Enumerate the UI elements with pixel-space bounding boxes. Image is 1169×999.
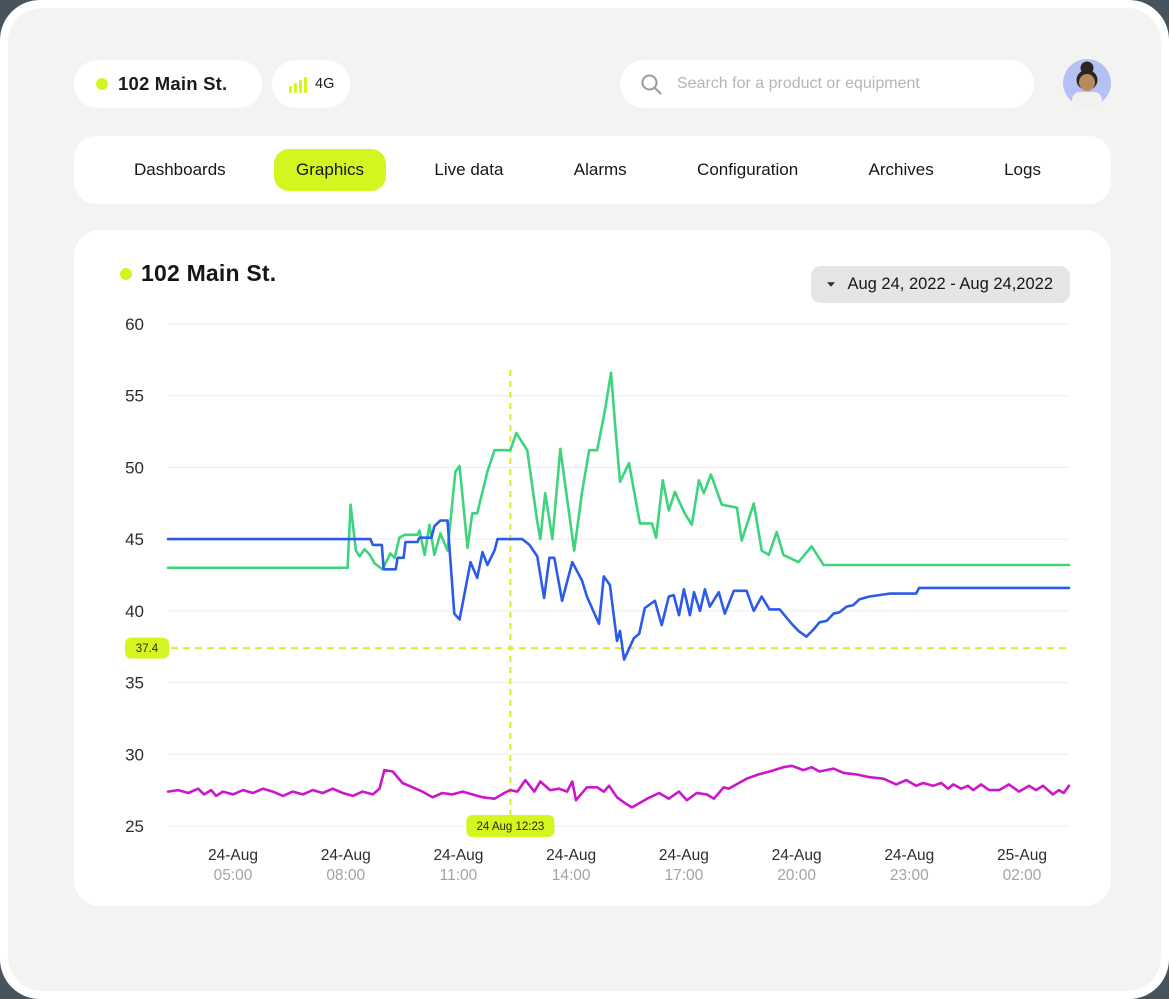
annotations: 37.4 24 Aug 12:23 (125, 370, 1069, 837)
tab-logs[interactable]: Logs (982, 149, 1063, 191)
x-tick-time: 08:00 (326, 867, 365, 884)
x-tick-time: 20:00 (777, 867, 816, 884)
search-icon (640, 73, 663, 96)
x-tick-date: 24-Aug (321, 847, 371, 864)
app-window: 102 Main St. 4G Da (0, 0, 1169, 999)
location-pill[interactable]: 102 Main St. (74, 60, 262, 108)
tab-dashboards[interactable]: Dashboards (112, 149, 248, 191)
series-blue (168, 521, 1069, 660)
x-tick-date: 25-Aug (997, 847, 1047, 864)
y-axis-labels: 25 30 35 40 45 50 55 60 (125, 315, 144, 836)
network-label: 4G (315, 76, 334, 92)
x-tick-date: 24-Aug (433, 847, 483, 864)
y-tick-label: 50 (125, 458, 144, 477)
cursor-label: 24 Aug 12:23 (477, 821, 545, 833)
y-tick-label: 30 (125, 745, 144, 764)
tab-live-data[interactable]: Live data (412, 149, 525, 191)
search-bar[interactable] (620, 60, 1034, 108)
x-axis-labels: 24-Aug 05:00 24-Aug 08:00 24-Aug 11:00 24-Aug 1… (208, 847, 1047, 884)
app-background: 102 Main St. 4G Da (8, 8, 1161, 991)
location-label: 102 Main St. (118, 73, 227, 95)
x-tick-time: 14:00 (552, 867, 591, 884)
chart-card: 102 Main St. Aug 24, 2022 - Aug 24,2022 … (74, 230, 1111, 906)
y-tick-label: 45 (125, 530, 144, 549)
tab-alarms[interactable]: Alarms (552, 149, 649, 191)
tab-graphics[interactable]: Graphics (274, 149, 386, 191)
x-tick-time: 11:00 (440, 867, 478, 884)
y-tick-label: 40 (125, 602, 144, 621)
grid-lines (168, 324, 1069, 826)
signal-bars-icon (289, 76, 307, 93)
x-tick-time: 23:00 (890, 867, 929, 884)
x-tick-time: 05:00 (214, 867, 253, 884)
search-input[interactable] (677, 60, 1034, 108)
x-tick-time: 17:00 (664, 867, 703, 884)
y-tick-label: 55 (125, 387, 144, 406)
x-tick-date: 24-Aug (546, 847, 596, 864)
x-tick-date: 24-Aug (884, 847, 934, 864)
chart-canvas[interactable]: 253035404550556024-Aug05:0024-Aug08:0024… (74, 230, 1111, 906)
y-tick-label: 25 (125, 817, 144, 836)
series-magenta (168, 766, 1069, 808)
user-avatar[interactable] (1063, 59, 1111, 107)
tab-configuration[interactable]: Configuration (675, 149, 820, 191)
x-tick-date: 24-Aug (659, 847, 709, 864)
x-tick-time: 02:00 (1003, 867, 1042, 884)
status-dot-icon (96, 78, 108, 90)
tab-archives[interactable]: Archives (847, 149, 956, 191)
network-pill: 4G (272, 60, 350, 108)
x-tick-date: 24-Aug (772, 847, 822, 864)
avatar-image (1063, 59, 1111, 107)
x-tick-date: 24-Aug (208, 847, 258, 864)
y-tick-label: 60 (125, 315, 144, 334)
threshold-label: 37.4 (136, 643, 159, 655)
main-nav: Dashboards Graphics Live data Alarms Con… (74, 136, 1111, 204)
y-tick-label: 35 (125, 674, 144, 693)
